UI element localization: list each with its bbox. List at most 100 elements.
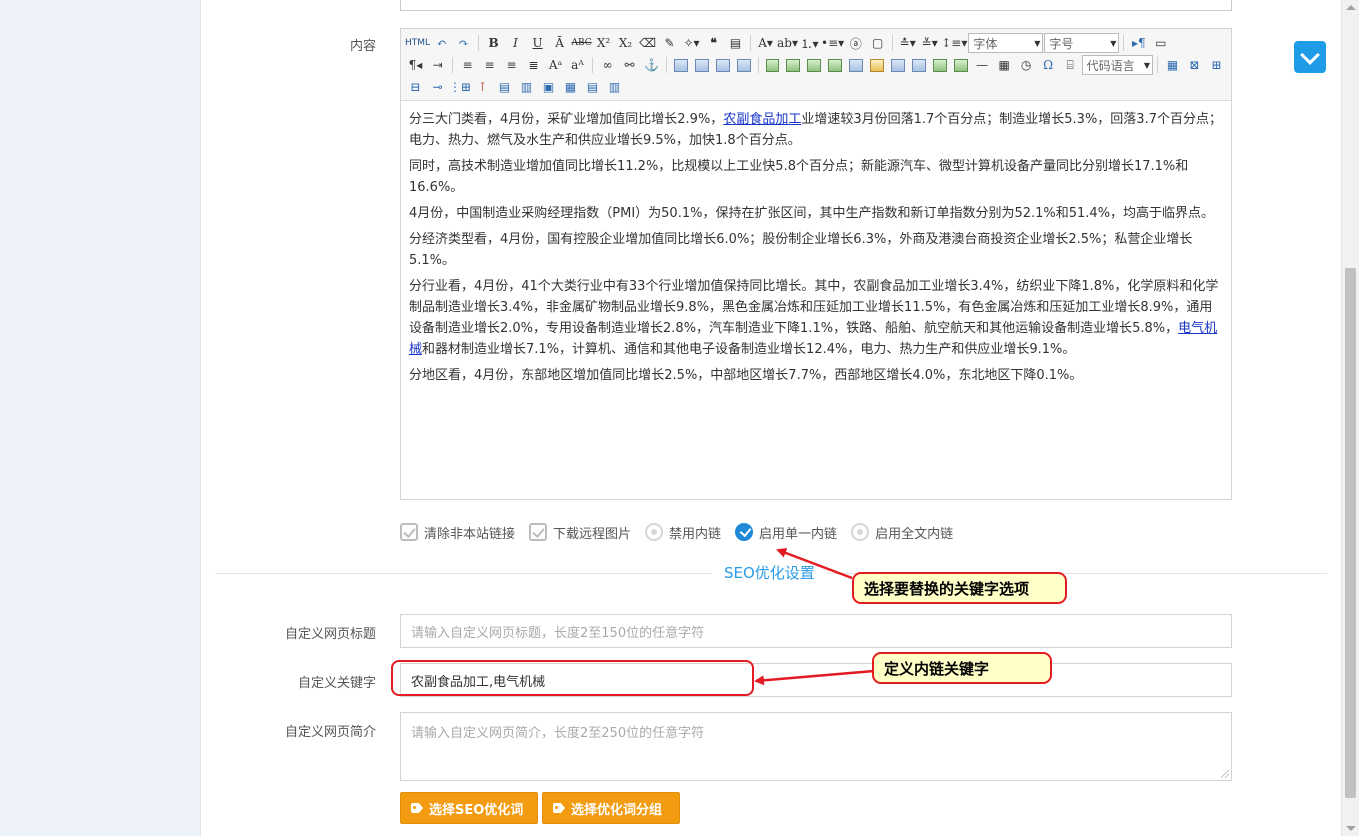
row-spacing-top-icon[interactable]: ≛▾: [897, 33, 918, 53]
custom-title-input[interactable]: 请输入自定义网页标题，长度2至150位的任意字符: [400, 614, 1232, 648]
scroll-down-arrow-icon[interactable]: [1346, 826, 1356, 831]
download-images-option[interactable]: 下载远程图片: [529, 523, 631, 542]
previous-textarea[interactable]: [400, 0, 1232, 11]
paragraph-text: 和器材制造业增长7.1%，计算机、通信和其他电子设备制造业增长12.4%，电力、…: [422, 342, 1076, 357]
align-justify-icon[interactable]: ≣: [523, 55, 544, 75]
image-right-icon[interactable]: [715, 58, 730, 72]
page-break-icon[interactable]: [953, 58, 968, 72]
direction-ltr-icon[interactable]: ▸¶: [1128, 33, 1149, 53]
map-icon[interactable]: [891, 58, 905, 72]
bold-button[interactable]: B: [483, 33, 504, 53]
insert-row-icon[interactable]: ⊟: [405, 77, 426, 97]
toolbar-divider: [1157, 57, 1159, 73]
date-icon[interactable]: ▦: [994, 55, 1015, 75]
chevron-down-icon: ▼: [1110, 38, 1117, 48]
preview-icon[interactable]: ▭: [1150, 33, 1171, 53]
image-left-icon[interactable]: [694, 58, 709, 72]
format-brush-icon[interactable]: ✎: [659, 33, 680, 53]
radio-icon[interactable]: [851, 523, 870, 541]
editor-content-area[interactable]: 分三大门类看，4月份，采矿业增加值同比增长2.9%，农副食品加工业增速较3月份回…: [401, 101, 1231, 399]
rich-text-editor[interactable]: HTML ↶ ↷ B I U Ā ABC X² X₂ ⌫ ✎ ✧▾ ❝ ▤ A▾…: [400, 28, 1232, 500]
row-spacing-bottom-icon[interactable]: ≚▾: [919, 33, 940, 53]
font-size-select[interactable]: 字号 ▼: [1044, 33, 1120, 53]
blockquote-icon[interactable]: ❝: [703, 33, 724, 53]
time-icon[interactable]: ◷: [1016, 55, 1037, 75]
scroll-up-arrow-icon[interactable]: [1346, 5, 1356, 10]
attachment-icon[interactable]: [870, 58, 884, 72]
autotypeset-icon[interactable]: ✧▾: [681, 33, 702, 53]
clear-links-option[interactable]: 清除非本站链接: [400, 523, 515, 542]
insert-code-icon[interactable]: [932, 58, 947, 72]
background-color-icon[interactable]: ab▾: [777, 33, 798, 53]
line-height-icon[interactable]: ↕≡▾: [941, 33, 967, 53]
undo-icon[interactable]: ↶: [431, 33, 452, 53]
image-center-icon[interactable]: [736, 58, 751, 72]
split-to-rows-icon[interactable]: ▤: [582, 77, 603, 97]
scroll-down-float-button[interactable]: [1294, 41, 1326, 73]
delete-table-icon[interactable]: ⊠: [1184, 55, 1205, 75]
delete-row-icon[interactable]: ⊸: [427, 77, 448, 97]
font-family-select[interactable]: 字体 ▼: [968, 33, 1044, 53]
indent-icon[interactable]: ⇥: [427, 55, 448, 75]
paste-text-icon[interactable]: ▤: [725, 33, 746, 53]
to-lowercase-icon[interactable]: aᴬ: [567, 55, 588, 75]
to-uppercase-icon[interactable]: Aᵃ: [545, 55, 566, 75]
ordered-list-icon[interactable]: ⒈▾: [799, 33, 820, 53]
unordered-list-icon[interactable]: •≡▾: [821, 33, 844, 53]
insert-code-block-icon[interactable]: ⌸: [1060, 55, 1081, 75]
split-to-cells-icon[interactable]: ▦: [560, 77, 581, 97]
code-language-select[interactable]: 代码语言 ▼: [1081, 55, 1154, 75]
subscript-icon[interactable]: X₂: [615, 33, 636, 53]
checkbox-icon[interactable]: [529, 523, 548, 541]
merge-down-icon[interactable]: ▣: [538, 77, 559, 97]
split-to-cols-icon[interactable]: ▥: [604, 77, 625, 97]
insert-table-icon[interactable]: ▦: [1162, 55, 1183, 75]
align-left-icon[interactable]: ≡: [457, 55, 478, 75]
insert-video-icon[interactable]: [849, 58, 864, 72]
align-center-icon[interactable]: ≡: [479, 55, 500, 75]
unlink-icon[interactable]: ⚯: [619, 55, 640, 75]
underline-button[interactable]: U: [527, 33, 548, 53]
italic-button[interactable]: I: [505, 33, 526, 53]
anchor-icon[interactable]: ⚓: [641, 55, 662, 75]
vertical-scrollbar[interactable]: [1341, 0, 1359, 836]
insert-paragraph-before-table-icon[interactable]: ⊞: [1206, 55, 1227, 75]
html-source-button[interactable]: HTML: [405, 33, 430, 53]
checkbox-icon[interactable]: [400, 523, 418, 541]
strikethrough-icon[interactable]: ABC: [571, 33, 592, 53]
align-right-icon[interactable]: ≡: [501, 55, 522, 75]
merge-cells-icon[interactable]: ▤: [494, 77, 515, 97]
delete-col-icon[interactable]: ⊺: [472, 77, 493, 97]
font-color-icon[interactable]: A▾: [755, 33, 776, 53]
select-word-group-button[interactable]: 选择优化词分组: [542, 792, 680, 824]
paragraph-direction-icon[interactable]: ¶◂: [405, 55, 426, 75]
select-seo-words-button[interactable]: 选择SEO优化词: [400, 792, 538, 824]
insert-col-icon[interactable]: ⋮⊞: [449, 77, 471, 97]
disable-inner-link-option[interactable]: 禁用内链: [645, 523, 721, 542]
inner-link[interactable]: 农副食品加工: [723, 112, 801, 127]
special-chars-icon[interactable]: Ω: [1038, 55, 1059, 75]
image-none-icon[interactable]: [673, 58, 688, 72]
clear-doc-icon[interactable]: ▢: [867, 33, 888, 53]
link-icon[interactable]: ∞: [597, 55, 618, 75]
insert-frame-icon[interactable]: [911, 58, 926, 72]
single-inner-link-option[interactable]: 启用单一内链: [735, 523, 837, 542]
font-border-icon[interactable]: Ā: [549, 33, 570, 53]
full-inner-link-option[interactable]: 启用全文内链: [851, 523, 953, 542]
simple-upload-icon[interactable]: [765, 58, 780, 72]
superscript-icon[interactable]: X²: [593, 33, 614, 53]
scrawl-icon[interactable]: [828, 58, 843, 72]
horizontal-rule-icon[interactable]: —: [972, 55, 993, 75]
eraser-icon[interactable]: ⌫: [637, 33, 658, 53]
radio-checked-icon[interactable]: [735, 523, 754, 541]
scrollbar-thumb[interactable]: [1345, 268, 1356, 798]
emotion-icon[interactable]: [807, 58, 822, 72]
merge-right-icon[interactable]: ▥: [516, 77, 537, 97]
select-all-icon[interactable]: ⓐ: [845, 33, 866, 53]
toolbar-divider: [892, 35, 894, 51]
toolbar-divider: [665, 57, 667, 73]
custom-desc-textarea[interactable]: 请输入自定义网页简介，长度2至250位的任意字符: [400, 712, 1232, 781]
insert-image-icon[interactable]: [786, 58, 801, 72]
radio-icon[interactable]: [645, 523, 664, 541]
redo-icon[interactable]: ↷: [453, 33, 474, 53]
